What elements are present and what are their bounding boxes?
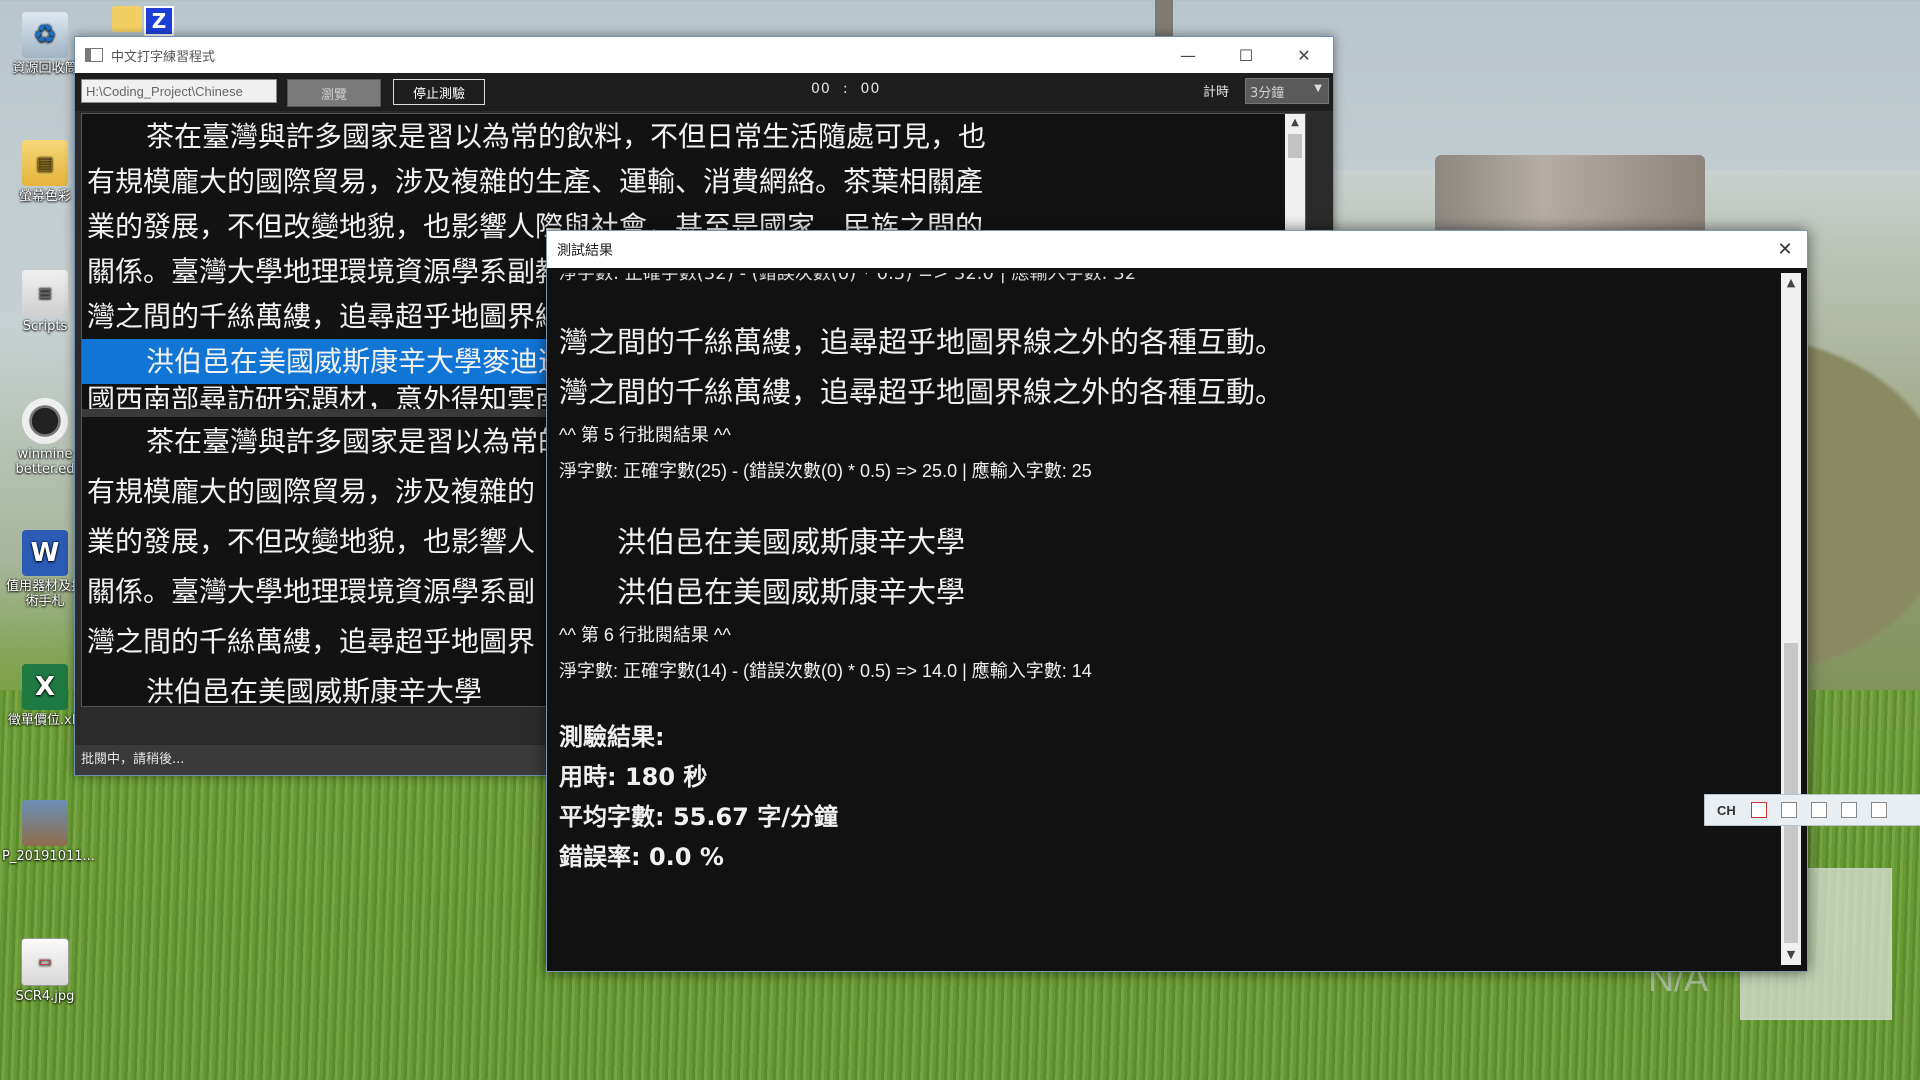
summary-error-rate: 錯誤率: 0.0 % bbox=[559, 843, 724, 871]
reference-line: 有規模龐大的國際貿易，涉及複雜的生產、運輸、消費網絡。茶葉相關產 bbox=[87, 165, 984, 198]
dialog-close-button[interactable]: ✕ bbox=[1763, 231, 1807, 268]
ime-settings-icon[interactable] bbox=[1870, 802, 1887, 818]
folder-icon: ▤ bbox=[22, 140, 68, 186]
summary-average-speed: 平均字數: 55.67 字/分鐘 bbox=[559, 803, 838, 831]
window-controls: — ☐ ✕ bbox=[1159, 37, 1333, 73]
duration-selected-value: 3分鐘 bbox=[1250, 85, 1285, 101]
countdown-timer: 00:00 bbox=[805, 81, 886, 97]
maximize-button[interactable]: ☐ bbox=[1217, 37, 1275, 73]
scrollbar-thumb[interactable] bbox=[1288, 134, 1302, 158]
toolbar: 瀏覽 停止測驗 00:00 計時 3分鐘 ▼ bbox=[75, 73, 1333, 111]
timer-minutes: 00 bbox=[811, 81, 831, 97]
desktop-icon-label: P_20191011... bbox=[2, 849, 95, 864]
timer-separator: : bbox=[842, 81, 849, 97]
ime-language-bar[interactable]: CH bbox=[1704, 794, 1920, 826]
word-document-icon: W bbox=[22, 530, 68, 576]
ime-input-icon[interactable] bbox=[1750, 802, 1767, 818]
ime-punctuation-icon[interactable] bbox=[1810, 802, 1827, 818]
result-typed-line: 灣之間的千絲萬縷，追尋超乎地圖界線之外的各種互動。 bbox=[559, 375, 1285, 409]
ime-shape-icon[interactable] bbox=[1780, 802, 1797, 818]
result-typed-line: 洪伯邑在美國威斯康辛大學 bbox=[617, 575, 966, 609]
desktop-icon-label: SCR4.jpg bbox=[15, 989, 75, 1004]
result-expected-line: 灣之間的千絲萬縷，追尋超乎地圖界線之外的各種互動。 bbox=[559, 325, 1285, 359]
browse-button[interactable]: 瀏覽 bbox=[287, 79, 381, 107]
app-icon bbox=[85, 48, 103, 62]
scroll-up-icon[interactable]: ▲ bbox=[1285, 114, 1305, 132]
desktop-icon-photo[interactable]: P_20191011... bbox=[2, 800, 95, 864]
result-score-line: 淨字數: 正確字數(32) - (錯誤次數(0) * 0.5) => 32.0 … bbox=[559, 273, 1137, 284]
photo-icon bbox=[22, 800, 68, 846]
folder-icon[interactable] bbox=[112, 6, 142, 32]
result-text-area[interactable]: 淨字數: 正確字數(32) - (錯誤次數(0) * 0.5) => 32.0 … bbox=[553, 273, 1775, 965]
z-app-icon[interactable]: Z bbox=[144, 6, 174, 36]
main-window-title: 中文打字練習程式 bbox=[111, 49, 216, 65]
test-result-dialog: 測試結果 ✕ 淨字數: 正確字數(32) - (錯誤次數(0) * 0.5) =… bbox=[546, 230, 1808, 972]
desktop-icon-scr4[interactable]: ▭ SCR4.jpg bbox=[2, 938, 88, 1004]
main-window-titlebar[interactable]: 中文打字練習程式 — ☐ ✕ bbox=[75, 37, 1333, 73]
close-button[interactable]: ✕ bbox=[1275, 37, 1333, 73]
summary-heading: 測驗結果: bbox=[559, 723, 665, 751]
result-line-marker: ^^ 第 6 行批閱結果 ^^ bbox=[559, 625, 731, 645]
duration-select[interactable]: 3分鐘 ▼ bbox=[1245, 78, 1329, 104]
file-path-input[interactable] bbox=[81, 79, 277, 103]
ime-keyboard-icon[interactable] bbox=[1840, 802, 1857, 818]
result-score-line: 淨字數: 正確字數(25) - (錯誤次數(0) * 0.5) => 25.0 … bbox=[559, 461, 1092, 481]
scroll-up-icon[interactable]: ▲ bbox=[1781, 273, 1801, 293]
minesweeper-icon bbox=[22, 398, 68, 444]
scroll-down-icon[interactable]: ▼ bbox=[1781, 945, 1801, 965]
result-scrollbar[interactable]: ▲ ▼ bbox=[1781, 273, 1801, 965]
reference-line: 茶在臺灣與許多國家是習以為常的飲料，不但日常生活隨處可見，也 bbox=[146, 120, 987, 153]
script-file-icon: ≡ bbox=[22, 270, 68, 316]
excel-document-icon: X bbox=[22, 664, 68, 710]
timer-seconds: 00 bbox=[860, 81, 881, 97]
dialog-titlebar[interactable]: 測試結果 ✕ bbox=[547, 231, 1807, 268]
scrollbar-thumb[interactable] bbox=[1784, 643, 1798, 943]
summary-time: 用時: 180 秒 bbox=[559, 763, 708, 791]
stop-test-button[interactable]: 停止測驗 bbox=[393, 79, 485, 105]
recycle-bin-icon: ♻ bbox=[22, 12, 68, 58]
ime-mode-indicator[interactable]: CH bbox=[1717, 803, 1736, 818]
image-file-icon: ▭ bbox=[21, 938, 69, 986]
dialog-title: 測試結果 bbox=[557, 242, 613, 259]
result-expected-line: 洪伯邑在美國威斯康辛大學 bbox=[617, 525, 966, 559]
chevron-down-icon: ▼ bbox=[1314, 83, 1322, 94]
result-line-marker: ^^ 第 5 行批閱結果 ^^ bbox=[559, 425, 731, 445]
result-score-line: 淨字數: 正確字數(14) - (錯誤次數(0) * 0.5) => 14.0 … bbox=[559, 661, 1092, 681]
timing-label: 計時 bbox=[1203, 85, 1230, 100]
minimize-button[interactable]: — bbox=[1159, 37, 1217, 73]
